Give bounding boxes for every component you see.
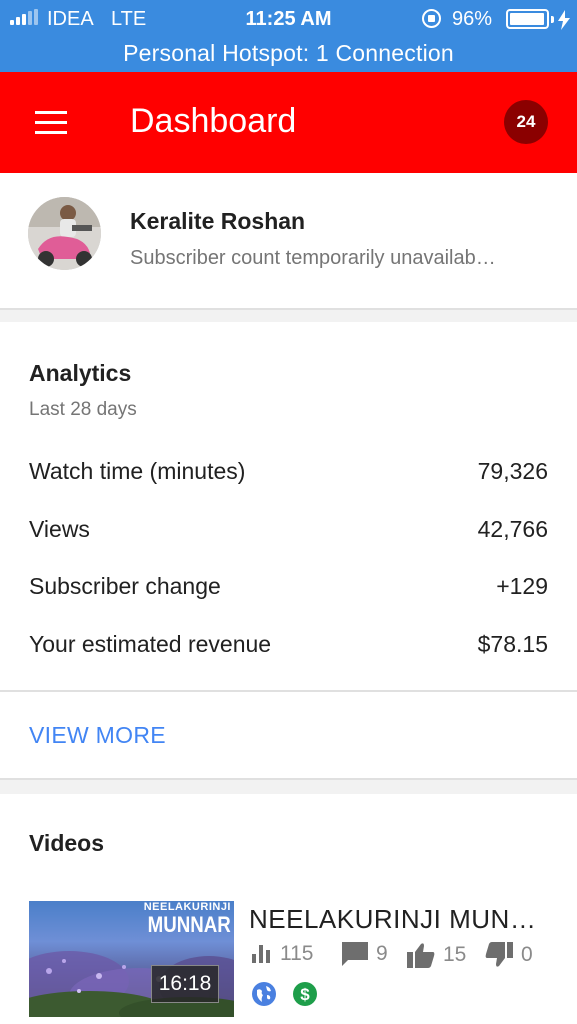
battery-percent: 96% bbox=[452, 8, 493, 30]
metric-row-subscriber-change: Subscriber change +129 bbox=[29, 573, 548, 605]
views-count: 115 bbox=[280, 942, 314, 965]
metric-row-views: Views 42,766 bbox=[29, 516, 548, 548]
views-stat: 115 bbox=[252, 942, 313, 966]
notification-badge[interactable]: 24 bbox=[504, 100, 548, 144]
metric-row-watch-time: Watch time (minutes) 79,326 bbox=[29, 458, 548, 490]
video-title[interactable]: NEELAKURINJI MUN… bbox=[249, 904, 536, 935]
comment-icon bbox=[342, 942, 368, 966]
channel-card[interactable]: Keralite Roshan Subscriber count tempora… bbox=[0, 173, 577, 310]
bar-chart-icon bbox=[252, 945, 270, 963]
dislikes-stat: 0 bbox=[485, 942, 533, 968]
metric-value: 42,766 bbox=[477, 516, 548, 542]
analytics-card: Analytics Last 28 days Watch time (minut… bbox=[0, 322, 577, 692]
metric-value: +129 bbox=[496, 573, 548, 599]
metric-value: 79,326 bbox=[477, 458, 548, 484]
metric-label: Subscriber change bbox=[29, 573, 221, 599]
avatar[interactable] bbox=[28, 197, 101, 270]
view-more-button[interactable]: VIEW MORE bbox=[29, 722, 166, 749]
video-duration: 16:18 bbox=[151, 965, 219, 1003]
view-more-row: VIEW MORE bbox=[0, 692, 577, 780]
analytics-period: Last 28 days bbox=[29, 399, 137, 420]
video-thumbnail[interactable]: NEELAKURINJI MUNNAR 16:18 bbox=[29, 901, 234, 1017]
hotspot-banner[interactable]: Personal Hotspot: 1 Connection bbox=[0, 40, 577, 67]
charging-bolt-icon bbox=[558, 10, 570, 30]
metric-label: Views bbox=[29, 516, 90, 542]
metric-value: $78.15 bbox=[477, 631, 548, 657]
thumbnail-text-line2: MUNNAR bbox=[147, 912, 231, 937]
avatar-photo-icon bbox=[28, 197, 101, 270]
analytics-title: Analytics bbox=[29, 360, 132, 386]
videos-card: Videos NEELAKURINJI MUNNAR 16:18 NEELAKU… bbox=[0, 794, 577, 1024]
thumbs-up-icon bbox=[407, 943, 435, 968]
app-bar: Dashboard 24 bbox=[0, 72, 577, 173]
dislikes-count: 0 bbox=[521, 943, 533, 966]
page-title: Dashboard bbox=[130, 102, 297, 140]
metric-label: Watch time (minutes) bbox=[29, 458, 246, 484]
menu-icon[interactable] bbox=[35, 111, 67, 135]
subscriber-status: Subscriber count temporarily unavailab… bbox=[130, 247, 496, 269]
metric-label: Your estimated revenue bbox=[29, 631, 272, 657]
section-divider bbox=[0, 310, 577, 322]
likes-count: 15 bbox=[443, 943, 467, 966]
battery-nub bbox=[551, 16, 554, 23]
rotation-lock-icon bbox=[422, 9, 441, 28]
thumbs-down-icon bbox=[485, 942, 513, 967]
globe-icon bbox=[252, 982, 276, 1006]
metric-row-revenue: Your estimated revenue $78.15 bbox=[29, 631, 548, 663]
svg-text:$: $ bbox=[300, 985, 310, 1004]
channel-name: Keralite Roshan bbox=[130, 208, 306, 234]
status-bar: IDEA LTE 11:25 AM 96% Personal Hotspot: … bbox=[0, 0, 577, 72]
comments-count: 9 bbox=[376, 942, 388, 965]
section-divider bbox=[0, 780, 577, 794]
comments-stat: 9 bbox=[342, 942, 388, 966]
dollar-icon: $ bbox=[293, 982, 317, 1006]
likes-stat: 15 bbox=[407, 942, 466, 968]
videos-title: Videos bbox=[29, 830, 104, 856]
battery-icon bbox=[506, 9, 549, 29]
